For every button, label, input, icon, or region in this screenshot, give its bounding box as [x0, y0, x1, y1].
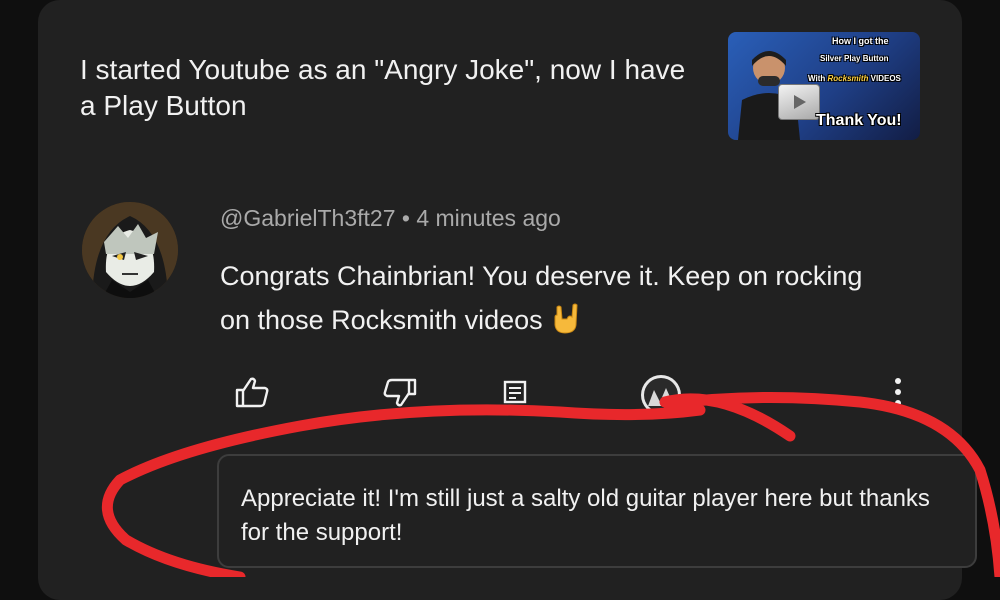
video-title[interactable]: I started Youtube as an "Angry Joke", no… — [80, 52, 690, 124]
creator-avatar-heart — [641, 375, 681, 415]
rock-on-hand-emoji — [554, 303, 578, 334]
thumbnail-caption-1: How I got the — [832, 36, 889, 46]
thumbnail-caption-2: Silver Play Button — [820, 54, 889, 63]
reply-comment-icon[interactable] — [503, 376, 527, 404]
comment-time[interactable]: 4 minutes ago — [416, 205, 560, 231]
thumbs-down-icon[interactable] — [382, 376, 418, 408]
comment-text: Congrats Chainbrian! You deserve it. Kee… — [220, 261, 863, 335]
meta-separator: • — [401, 205, 410, 231]
more-vertical-icon[interactable] — [890, 376, 906, 410]
anime-avatar-image — [82, 202, 178, 298]
video-thumbnail[interactable]: How I got the Silver Play Button With Ro… — [728, 32, 920, 140]
thumbnail-caption-4: Thank You! — [816, 112, 902, 129]
reply-comment-box[interactable]: Appreciate it! I'm still just a salty ol… — [217, 454, 977, 568]
reply-text: Appreciate it! I'm still just a salty ol… — [241, 485, 930, 546]
comment-meta: @GabrielTh3ft27 • 4 minutes ago — [220, 205, 561, 232]
thumbnail-caption-3: With Rocksmith VIDEOS — [808, 74, 901, 83]
silver-play-button-plaque — [778, 84, 820, 120]
comment-body: Congrats Chainbrian! You deserve it. Kee… — [220, 254, 880, 342]
comment-author[interactable]: @GabrielTh3ft27 — [220, 205, 396, 231]
commenter-avatar[interactable] — [82, 202, 178, 298]
thumbs-up-icon[interactable] — [234, 376, 270, 408]
